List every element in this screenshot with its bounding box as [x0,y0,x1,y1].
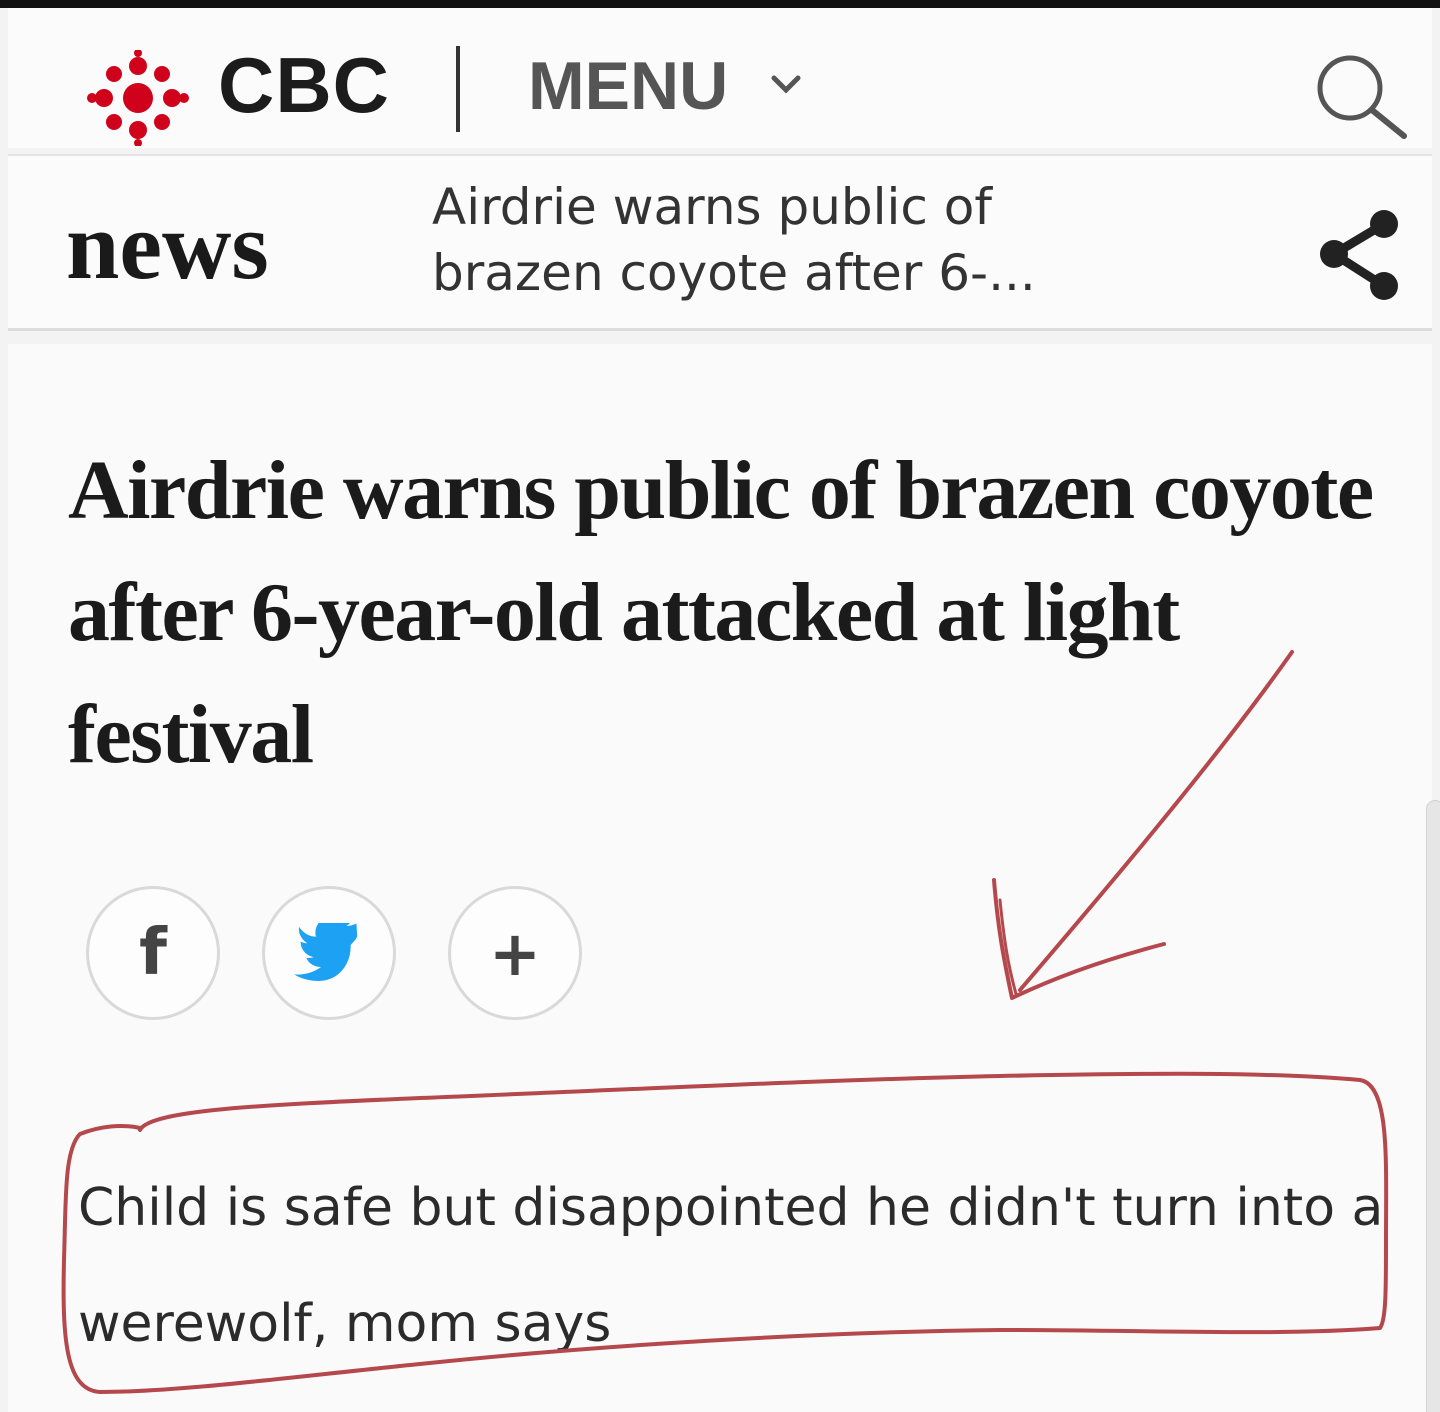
facebook-icon: f [139,916,167,990]
subheader-article-title: Airdrie warns public of brazen coyote af… [432,178,1036,302]
chevron-down-icon[interactable] [766,70,806,100]
more-share-button[interactable]: + [448,886,582,1020]
section-title[interactable]: news [66,198,269,294]
article-subheadline: Child is safe but disappointed he didn't… [78,1178,1384,1354]
header-divider [456,46,460,132]
twitter-share-button[interactable] [262,886,396,1020]
twitter-icon [265,889,393,1017]
search-icon[interactable] [1304,50,1414,140]
page: CBC MENU news Airdrie warns public of br… [0,0,1440,1412]
article-headline: Airdrie warns public of brazen coyote af… [68,444,1374,781]
plus-icon: + [489,916,541,990]
facebook-share-button[interactable]: f [86,886,220,1020]
brand-name[interactable]: CBC [218,46,390,124]
menu-button[interactable]: MENU [528,52,728,120]
news-subheader: news Airdrie warns public of brazen coyo… [8,154,1432,331]
share-icon[interactable] [1308,200,1408,310]
top-strip [0,0,1440,8]
cbc-gem-logo[interactable] [86,50,190,146]
scrollbar[interactable] [1426,800,1440,1412]
article: Airdrie warns public of brazen coyote af… [8,344,1440,1412]
top-header: CBC MENU [8,8,1432,148]
